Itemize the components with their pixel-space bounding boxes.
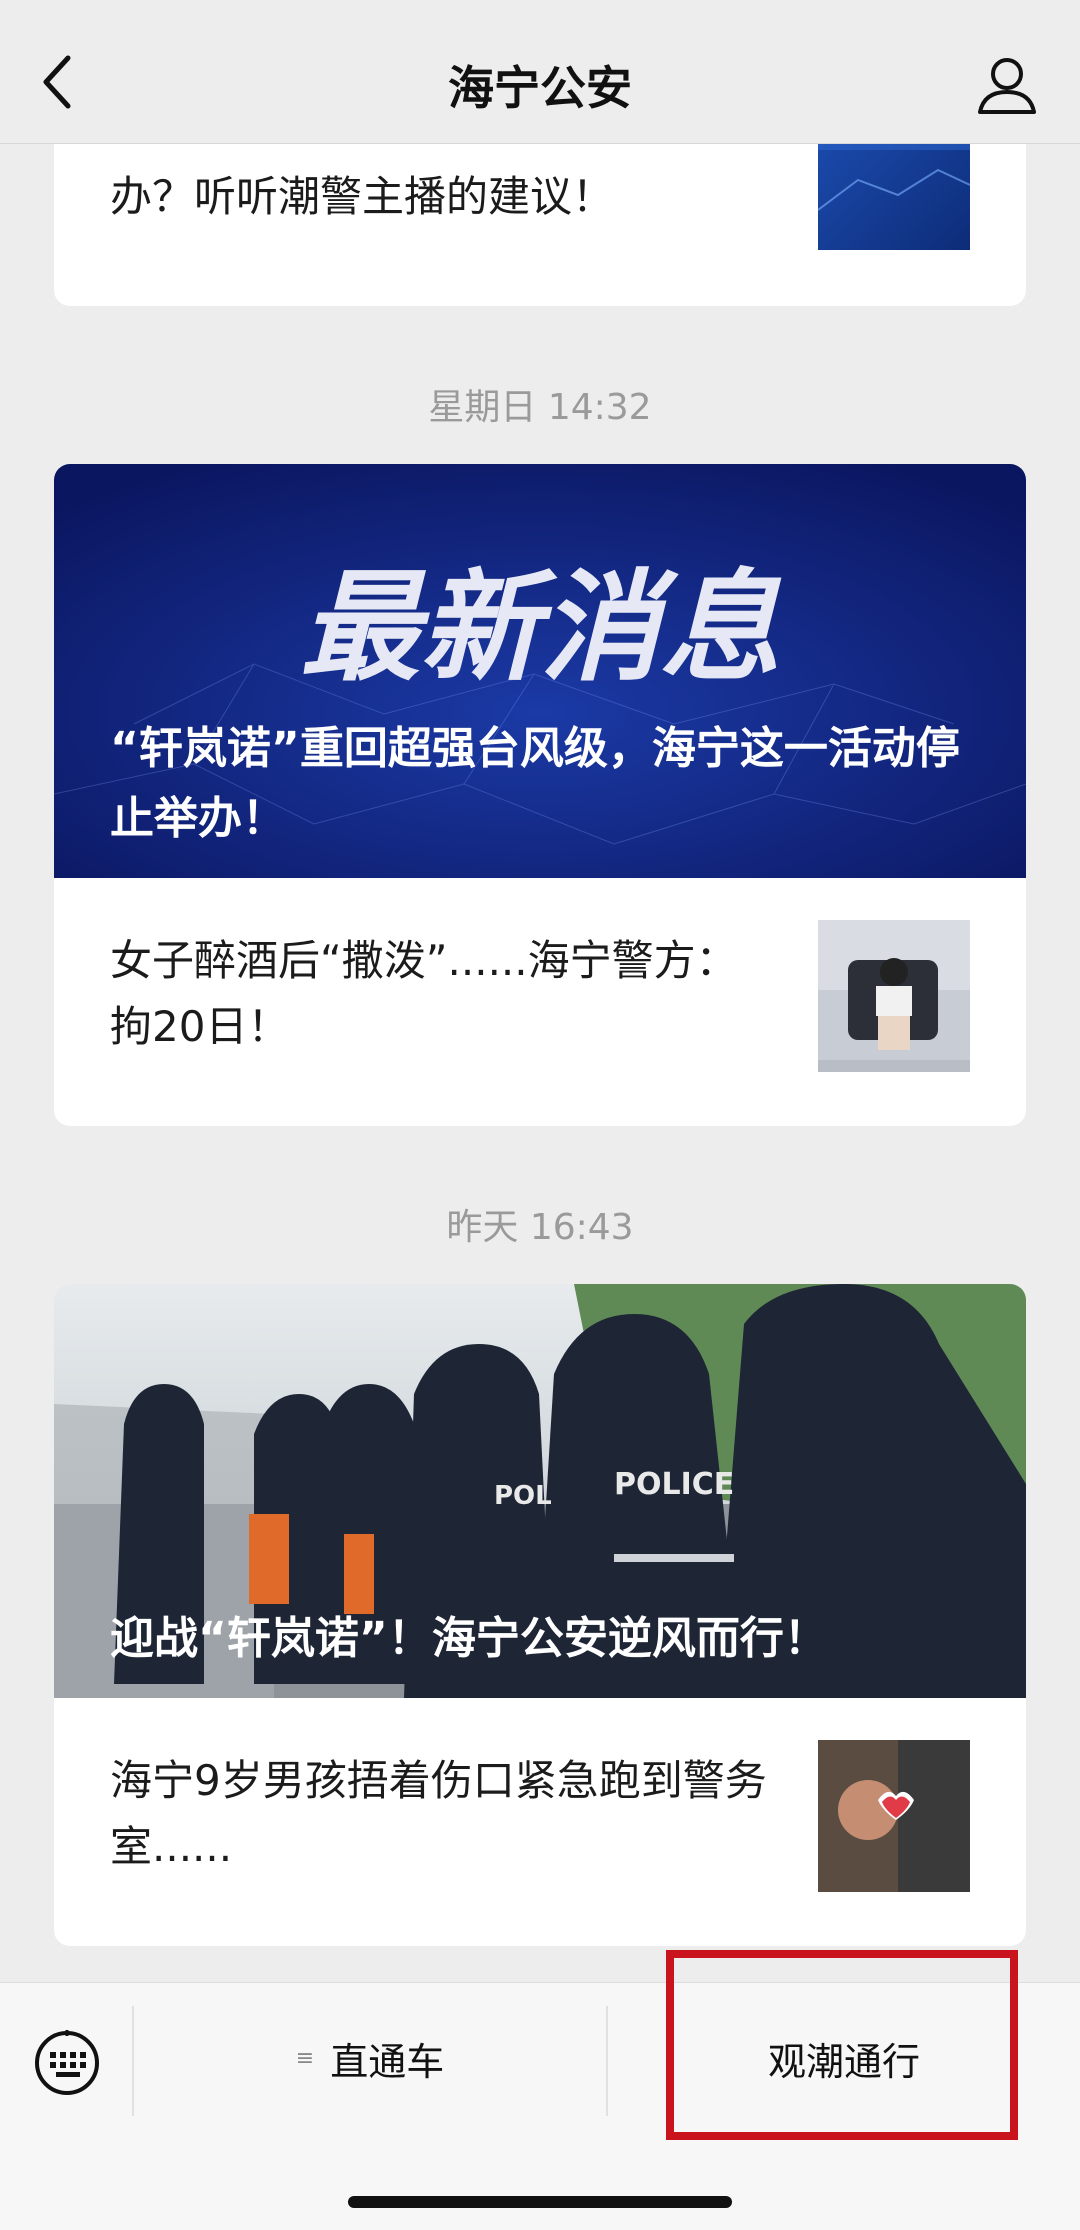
- article-thumbnail[interactable]: [818, 1740, 970, 1892]
- person-icon[interactable]: [974, 52, 1040, 118]
- svg-text:POLICE: POLICE: [614, 1467, 734, 1502]
- svg-text:POL: POL: [494, 1481, 552, 1511]
- banner-headline[interactable]: 迎战“轩岚诺”！海宁公安逆风而行！: [110, 1604, 990, 1674]
- nav-header: 海宁公安: [0, 0, 1080, 144]
- timestamp: 星期日 14:32: [428, 387, 652, 428]
- banner-cover[interactable]: 最新消息 “轩岚诺”重回超强台风级，海宁这一活动停止举办！: [54, 464, 1026, 878]
- keyboard-icon[interactable]: [32, 2028, 102, 2098]
- svg-text:最新消息: 最新消息: [300, 559, 782, 698]
- article-title[interactable]: 女子醉酒后“撒泼”......海宁警方：拘20日！: [110, 928, 770, 1060]
- message-feed[interactable]: 办？听听潮警主播的建议！ 星期日 14:32 最新消息 “轩岚诺”重回超强台风级…: [0, 0, 1080, 1980]
- banner-cover[interactable]: POLICE POL 迎战“轩岚诺”！海宁公安逆风而行！: [54, 1284, 1026, 1698]
- menu-item-label: 直通车: [330, 2039, 445, 2084]
- article-title[interactable]: 海宁9岁男孩捂着伤口紧急跑到警务室......: [110, 1748, 770, 1880]
- article-group-card[interactable]: 最新消息 “轩岚诺”重回超强台风级，海宁这一活动停止举办！ 女子醉酒后“撒泼”.…: [54, 464, 1026, 1126]
- home-indicator[interactable]: [348, 2196, 732, 2208]
- menu-item-direct-train[interactable]: ≡ 直通车: [134, 2026, 606, 2090]
- banner-headline[interactable]: “轩岚诺”重回超强台风级，海宁这一活动停止举办！: [110, 714, 990, 854]
- article-group-card[interactable]: POLICE POL 迎战“轩岚诺”！海宁公安逆风而行！ 海宁9岁男孩捂着伤口紧…: [54, 1284, 1026, 1946]
- highlight-box: [666, 1950, 1018, 2140]
- article-thumbnail[interactable]: [818, 920, 970, 1072]
- menu-list-icon: ≡: [295, 2045, 315, 2071]
- timestamp: 昨天 16:43: [446, 1207, 634, 1248]
- page-title: 海宁公安: [448, 61, 632, 115]
